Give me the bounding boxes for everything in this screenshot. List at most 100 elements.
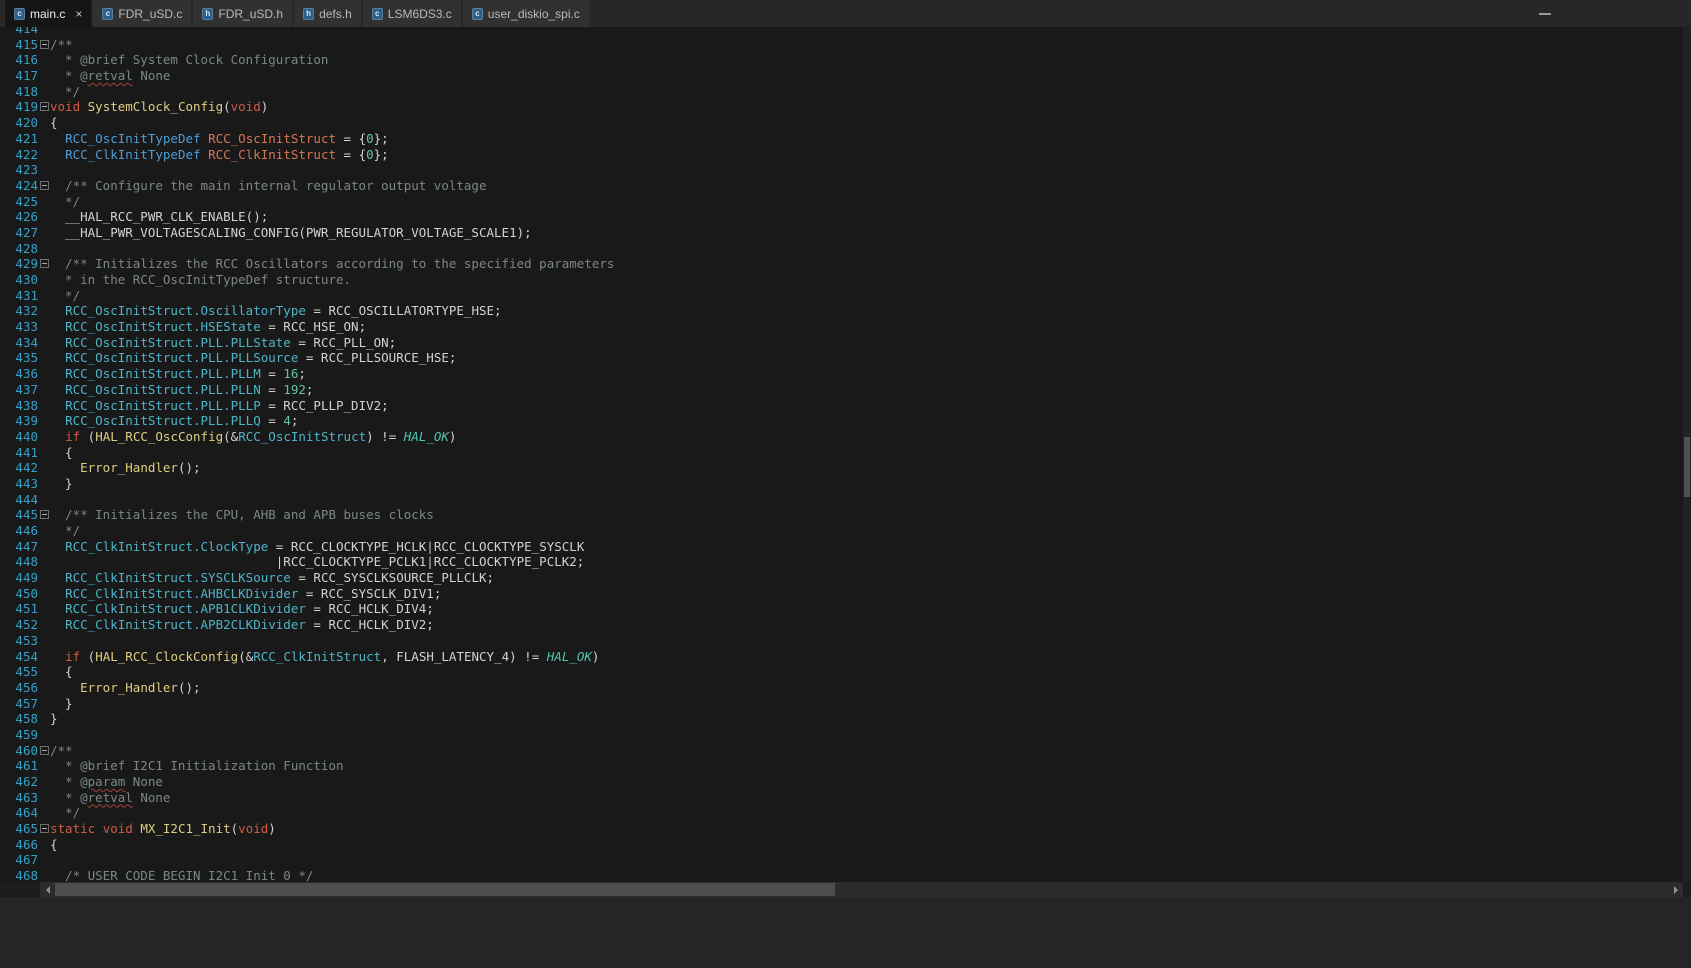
scroll-left-arrow-icon[interactable] [40, 882, 55, 897]
code-line-421[interactable]: 421 RCC_OscInitTypeDef RCC_OscInitStruct… [0, 131, 1683, 147]
code-line-424[interactable]: 424 /** Configure the main internal regu… [0, 178, 1683, 194]
code-line-454[interactable]: 454 if (HAL_RCC_ClockConfig(&RCC_ClkInit… [0, 649, 1683, 665]
code-line-442[interactable]: 442 Error_Handler(); [0, 460, 1683, 476]
code-token [50, 350, 65, 365]
code-line-440[interactable]: 440 if (HAL_RCC_OscConfig(&RCC_OscInitSt… [0, 429, 1683, 445]
code-token: void [231, 99, 261, 114]
tab-user-diskio-spi-c[interactable]: cuser_diskio_spi.c [463, 0, 589, 27]
fold-marker-icon[interactable] [40, 507, 50, 523]
line-number: 467 [0, 852, 40, 868]
code-line-446[interactable]: 446 */ [0, 523, 1683, 539]
fold-column [40, 147, 50, 163]
line-number: 430 [0, 272, 40, 288]
code-token: 0 [366, 131, 374, 146]
code-token [50, 147, 65, 162]
fold-marker-icon[interactable] [40, 99, 50, 115]
fold-marker-icon[interactable] [40, 821, 50, 837]
tab-fdr-usd-c[interactable]: cFDR_uSD.c [93, 0, 191, 27]
fold-marker-icon[interactable] [40, 743, 50, 759]
code-line-438[interactable]: 438 RCC_OscInitStruct.PLL.PLLP = RCC_PLL… [0, 398, 1683, 414]
code-line-465[interactable]: 465static void MX_I2C1_Init(void) [0, 821, 1683, 837]
code-token: void [50, 99, 80, 114]
code-line-448[interactable]: 448 |RCC_CLOCKTYPE_PCLK1|RCC_CLOCKTYPE_P… [0, 554, 1683, 570]
code-token: (); [178, 680, 201, 695]
code-line-433[interactable]: 433 RCC_OscInitStruct.HSEState = RCC_HSE… [0, 319, 1683, 335]
code-line-455[interactable]: 455 { [0, 664, 1683, 680]
code-token: RCC_ClkInitTypeDef [65, 147, 200, 162]
code-token: Error_Handler [80, 680, 178, 695]
code-token: /** Initializes the CPU, AHB and APB bus… [50, 507, 434, 522]
code-line-425[interactable]: 425 */ [0, 194, 1683, 210]
code-line-464[interactable]: 464 */ [0, 805, 1683, 821]
tab-label: defs.h [319, 7, 352, 21]
code-line-430[interactable]: 430 * in the RCC_OscInitTypeDef structur… [0, 272, 1683, 288]
code-line-437[interactable]: 437 RCC_OscInitStruct.PLL.PLLN = 192; [0, 382, 1683, 398]
code-line-450[interactable]: 450 RCC_ClkInitStruct.AHBCLKDivider = RC… [0, 586, 1683, 602]
code-line-462[interactable]: 462 * @param None [0, 774, 1683, 790]
code-line-428[interactable]: 428 [0, 241, 1683, 257]
tab-label: FDR_uSD.h [218, 7, 283, 21]
code-line-451[interactable]: 451 RCC_ClkInitStruct.APB1CLKDivider = R… [0, 601, 1683, 617]
code-line-416[interactable]: 416 * @brief System Clock Configuration [0, 52, 1683, 68]
code-line-417[interactable]: 417 * @retval None [0, 68, 1683, 84]
code-line-441[interactable]: 441 { [0, 445, 1683, 461]
line-number: 417 [0, 68, 40, 84]
code-line-466[interactable]: 466{ [0, 837, 1683, 853]
code-line-453[interactable]: 453 [0, 633, 1683, 649]
code-text: RCC_ClkInitTypeDef RCC_ClkInitStruct = {… [50, 147, 389, 163]
code-line-423[interactable]: 423 [0, 162, 1683, 178]
code-line-468[interactable]: 468 /* USER CODE BEGIN I2C1 Init 0 */ [0, 868, 1683, 882]
code-line-418[interactable]: 418 */ [0, 84, 1683, 100]
code-line-420[interactable]: 420{ [0, 115, 1683, 131]
code-line-457[interactable]: 457 } [0, 696, 1683, 712]
tab-main-c[interactable]: cmain.c× [5, 0, 91, 27]
code-line-456[interactable]: 456 Error_Handler(); [0, 680, 1683, 696]
tab-lsm6ds3-c[interactable]: cLSM6DS3.c [363, 0, 461, 27]
code-line-436[interactable]: 436 RCC_OscInitStruct.PLL.PLLM = 16; [0, 366, 1683, 382]
code-line-452[interactable]: 452 RCC_ClkInitStruct.APB2CLKDivider = R… [0, 617, 1683, 633]
fold-marker-icon[interactable] [40, 37, 50, 53]
code-line-459[interactable]: 459 [0, 727, 1683, 743]
code-line-427[interactable]: 427 __HAL_PWR_VOLTAGESCALING_CONFIG(PWR_… [0, 225, 1683, 241]
scrollbar-corner-right [1683, 882, 1691, 897]
code-line-467[interactable]: 467 [0, 852, 1683, 868]
code-line-461[interactable]: 461 * @brief I2C1 Initialization Functio… [0, 758, 1683, 774]
vertical-scrollbar-thumb[interactable] [1684, 437, 1690, 497]
tab-defs-h[interactable]: hdefs.h [294, 0, 361, 27]
code-line-460[interactable]: 460/** [0, 743, 1683, 759]
horizontal-scrollbar-thumb[interactable] [55, 883, 835, 896]
horizontal-scrollbar-track[interactable] [55, 882, 1668, 897]
code-line-449[interactable]: 449 RCC_ClkInitStruct.SYSCLKSource = RCC… [0, 570, 1683, 586]
code-line-419[interactable]: 419void SystemClock_Config(void) [0, 99, 1683, 115]
code-line-445[interactable]: 445 /** Initializes the CPU, AHB and APB… [0, 507, 1683, 523]
code-line-432[interactable]: 432 RCC_OscInitStruct.OscillatorType = R… [0, 303, 1683, 319]
scrollbar-corner-left [0, 882, 40, 897]
code-line-447[interactable]: 447 RCC_ClkInitStruct.ClockType = RCC_CL… [0, 539, 1683, 555]
code-editor[interactable]: 414415/**416 * @brief System Clock Confi… [0, 27, 1683, 882]
code-line-429[interactable]: 429 /** Initializes the RCC Oscillators … [0, 256, 1683, 272]
tab-fdr-usd-h[interactable]: h FDR_uSD.h [193, 0, 292, 27]
code-line-431[interactable]: 431 */ [0, 288, 1683, 304]
line-number: 436 [0, 366, 40, 382]
code-line-426[interactable]: 426 __HAL_RCC_PWR_CLK_ENABLE(); [0, 209, 1683, 225]
code-line-439[interactable]: 439 RCC_OscInitStruct.PLL.PLLQ = 4; [0, 413, 1683, 429]
code-line-414[interactable]: 414 [0, 27, 1683, 37]
code-line-443[interactable]: 443 } [0, 476, 1683, 492]
scroll-right-arrow-icon[interactable] [1668, 882, 1683, 897]
minimize-dash-icon[interactable] [1539, 13, 1551, 15]
horizontal-scrollbar[interactable] [40, 882, 1683, 897]
fold-marker-icon[interactable] [40, 256, 50, 272]
code-line-434[interactable]: 434 RCC_OscInitStruct.PLL.PLLState = RCC… [0, 335, 1683, 351]
close-icon[interactable]: × [75, 8, 82, 20]
h-file-icon: h [202, 8, 213, 20]
fold-marker-icon[interactable] [40, 178, 50, 194]
code-line-463[interactable]: 463 * @retval None [0, 790, 1683, 806]
code-line-444[interactable]: 444 [0, 492, 1683, 508]
code-token: */ [50, 84, 80, 99]
code-line-415[interactable]: 415/** [0, 37, 1683, 53]
vertical-scrollbar[interactable] [1683, 27, 1691, 882]
code-token [50, 382, 65, 397]
code-line-435[interactable]: 435 RCC_OscInitStruct.PLL.PLLSource = RC… [0, 350, 1683, 366]
code-line-422[interactable]: 422 RCC_ClkInitTypeDef RCC_ClkInitStruct… [0, 147, 1683, 163]
code-line-458[interactable]: 458} [0, 711, 1683, 727]
